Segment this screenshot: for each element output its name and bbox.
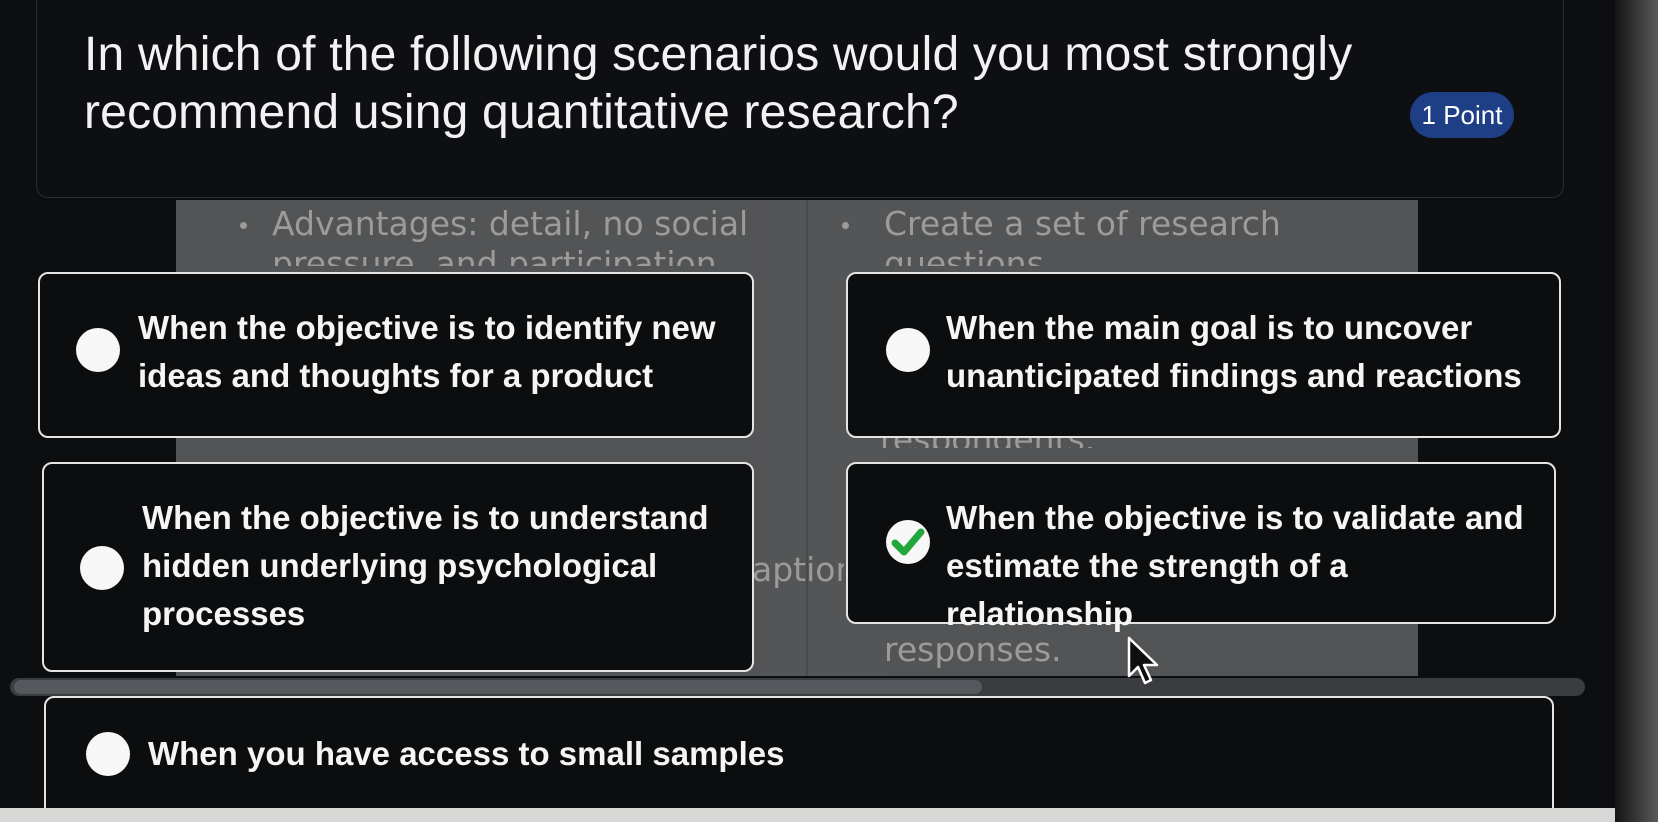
background-divider — [806, 200, 808, 676]
background-text: pressure, and participation — [272, 244, 717, 266]
answer-option-3[interactable]: When the objective is to understand hidd… — [42, 462, 754, 672]
background-bullet — [240, 222, 247, 229]
answer-option-4[interactable]: When the objective is to validate and es… — [846, 462, 1556, 632]
background-text: Create a set of research — [884, 204, 1281, 243]
scrollbar-thumb[interactable] — [14, 680, 982, 694]
radio-button[interactable] — [86, 732, 130, 776]
radio-button[interactable] — [886, 328, 930, 372]
monitor-bezel-bottom — [0, 808, 1615, 822]
monitor-bezel — [1615, 0, 1658, 822]
answer-option-5[interactable]: When you have access to small samples — [44, 696, 1554, 808]
background-text: Advantages: detail, no social — [272, 204, 749, 243]
background-text: questions — [884, 244, 1044, 266]
option-label: When the objective is to identify new id… — [138, 309, 716, 394]
answer-option-2[interactable]: When the main goal is to uncover unantic… — [846, 272, 1561, 438]
radio-button-checked[interactable] — [886, 520, 930, 564]
option-label: When the objective is to validate and es… — [946, 499, 1524, 632]
background-text: aption — [752, 550, 844, 589]
mouse-cursor-icon — [1127, 636, 1159, 685]
radio-button[interactable] — [76, 328, 120, 372]
radio-button[interactable] — [80, 546, 124, 590]
option-label: When the main goal is to uncover unantic… — [946, 309, 1522, 394]
option-label: When you have access to small samples — [148, 735, 785, 772]
answer-option-1[interactable]: When the objective is to identify new id… — [38, 272, 754, 438]
checkmark-icon — [891, 528, 925, 556]
question-text: In which of the following scenarios woul… — [84, 28, 1353, 139]
points-badge: 1 Point — [1410, 92, 1514, 138]
option-label: When the objective is to understand hidd… — [142, 499, 709, 632]
quiz-screen: Advantages: detail, no social pressure, … — [0, 0, 1615, 808]
background-bullet — [842, 222, 849, 229]
